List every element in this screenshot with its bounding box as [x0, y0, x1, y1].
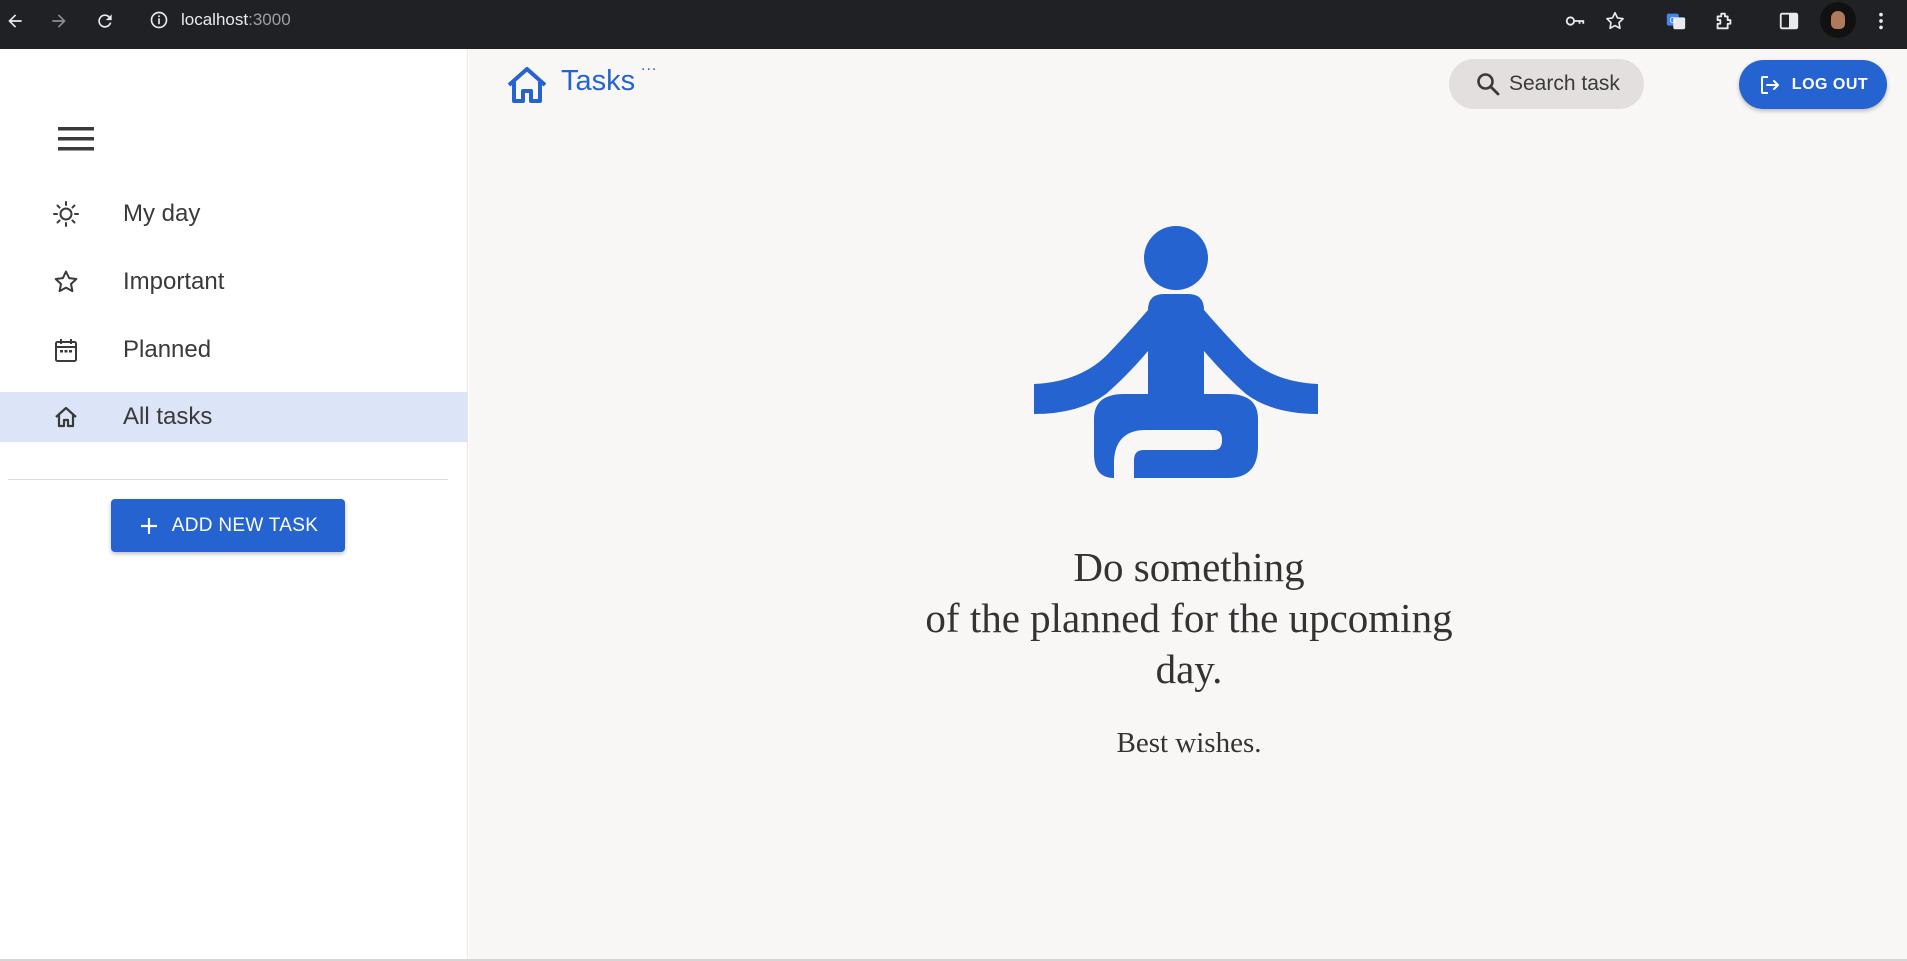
- reload-icon[interactable]: [90, 6, 120, 36]
- sun-icon: [52, 200, 80, 228]
- empty-message-line: day.: [1155, 646, 1223, 692]
- meditation-figure-icon: [1034, 224, 1318, 478]
- title-more-dots[interactable]: ...: [641, 57, 657, 75]
- site-info-icon[interactable]: [149, 10, 169, 30]
- page-title: Tasks: [561, 65, 636, 97]
- url-host: localhost: [181, 10, 249, 29]
- profile-avatar[interactable]: [1820, 2, 1856, 38]
- sidebar-item-planned[interactable]: Planned: [0, 325, 468, 375]
- empty-message-line: of the planned for the upcoming: [925, 595, 1453, 641]
- empty-state-message: Do something of the planned for the upco…: [769, 542, 1609, 695]
- logout-label: LOG OUT: [1791, 75, 1869, 93]
- logout-icon: [1758, 73, 1782, 97]
- sidebar-item-label: Planned: [123, 336, 212, 363]
- password-key-icon[interactable]: [1560, 6, 1590, 36]
- bookmark-star-icon[interactable]: [1600, 6, 1630, 36]
- home-icon: [52, 403, 80, 431]
- forward-arrow-icon[interactable]: [44, 6, 74, 36]
- logout-button[interactable]: LOG OUT: [1739, 60, 1887, 109]
- sidebar-item-my-day[interactable]: My day: [0, 189, 468, 239]
- side-panel-icon[interactable]: [1774, 6, 1804, 36]
- back-arrow-icon[interactable]: [0, 6, 30, 36]
- extensions-icon[interactable]: [1709, 6, 1739, 36]
- address-url: localhost:3000: [181, 10, 291, 30]
- plus-icon: [138, 515, 160, 537]
- calendar-icon: [52, 336, 80, 364]
- address-bar[interactable]: localhost:3000: [141, 2, 1644, 38]
- sidebar-divider: [8, 479, 448, 480]
- sidebar-item-label: Important: [123, 268, 225, 295]
- url-port: :3000: [248, 10, 291, 29]
- svg-text:G: G: [1670, 16, 1676, 25]
- sidebar-item-all-tasks[interactable]: All tasks: [0, 392, 468, 442]
- add-new-task-button[interactable]: ADD NEW TASK: [111, 499, 345, 552]
- hamburger-menu-icon[interactable]: [48, 111, 104, 167]
- search-task-field[interactable]: [1449, 59, 1644, 109]
- sidebar-item-label: My day: [123, 200, 201, 227]
- browser-toolbar: localhost:3000 G: [0, 0, 1907, 49]
- sidebar-item-label: All tasks: [123, 403, 213, 430]
- sidebar-item-important[interactable]: Important: [0, 257, 468, 307]
- empty-state-subtext: Best wishes.: [1116, 727, 1262, 759]
- sidebar: My day Important Planned All tasks ADD N…: [0, 49, 468, 961]
- main-content: Tasks ... LOG OUT Do something of the pl…: [469, 49, 1907, 961]
- search-icon: [1477, 73, 1500, 96]
- more-vert-icon[interactable]: [1866, 6, 1896, 36]
- translate-icon[interactable]: G: [1661, 6, 1691, 36]
- search-input[interactable]: [1509, 72, 1629, 96]
- empty-message-line: Do something: [1073, 544, 1305, 590]
- crescent-moon-icon[interactable]: [1671, 63, 1715, 107]
- add-new-task-label: ADD NEW TASK: [171, 514, 319, 536]
- home-icon[interactable]: [505, 63, 549, 107]
- star-icon: [52, 268, 80, 296]
